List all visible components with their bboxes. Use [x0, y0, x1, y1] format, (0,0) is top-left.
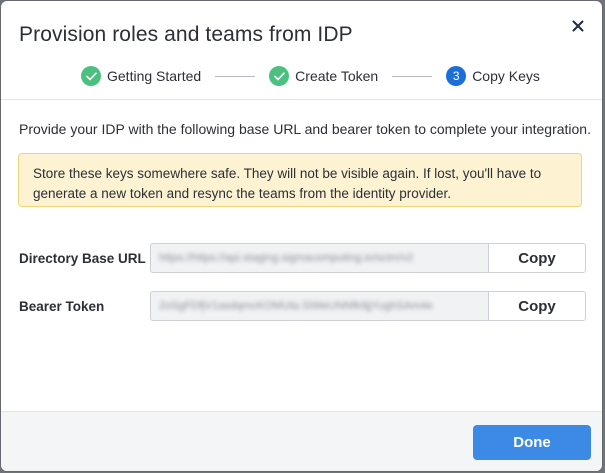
directory-base-url-field[interactable]: https://https://api.staging.sigmacomputi…	[150, 243, 488, 273]
intro-text: Provide your IDP with the following base…	[19, 121, 591, 137]
step-getting-started: Getting Started	[81, 66, 201, 86]
step-create-token: Create Token	[269, 66, 378, 86]
warning-banner: Store these keys somewhere safe. They wi…	[18, 153, 582, 207]
stepper: Getting Started Create Token 3 Copy Keys	[81, 65, 540, 87]
step-label: Getting Started	[107, 68, 202, 84]
step-number-badge: 3	[446, 66, 467, 86]
copy-url-button[interactable]: Copy	[488, 243, 586, 273]
modal-footer: Done	[1, 411, 602, 471]
step-connector	[392, 75, 433, 77]
copy-token-button[interactable]: Copy	[488, 291, 586, 321]
step-copy-keys: 3 Copy Keys	[446, 66, 540, 86]
done-button[interactable]: Done	[473, 425, 591, 460]
bearer-token-value: 2oSgFDfjV1asdqmcKOMUta.SiWeUNNfk9jjYughS…	[159, 300, 433, 312]
close-button[interactable]	[567, 15, 589, 37]
bearer-token-field[interactable]: 2oSgFDfjV1asdqmcKOMUta.SiWeUNNfk9jjYughS…	[150, 291, 488, 321]
field-label: Directory Base URL	[19, 250, 146, 266]
step-connector	[215, 75, 256, 77]
check-icon	[81, 66, 101, 86]
modal-title: Provision roles and teams from IDP	[19, 23, 353, 46]
directory-base-url-value: https://https://api.staging.sigmacomputi…	[159, 252, 414, 264]
field-label: Bearer Token	[19, 298, 105, 314]
step-label: Copy Keys	[472, 68, 540, 84]
check-icon	[269, 66, 290, 86]
bearer-token-row: Bearer Token 2oSgFDfjV1asdqmcKOMUta.SiWe…	[19, 290, 586, 322]
directory-base-url-row: Directory Base URL https://https://api.s…	[19, 242, 586, 274]
close-icon	[572, 20, 584, 32]
step-label: Create Token	[295, 68, 379, 84]
provision-modal: Provision roles and teams from IDP Getti…	[1, 1, 602, 471]
header-divider	[1, 99, 602, 100]
